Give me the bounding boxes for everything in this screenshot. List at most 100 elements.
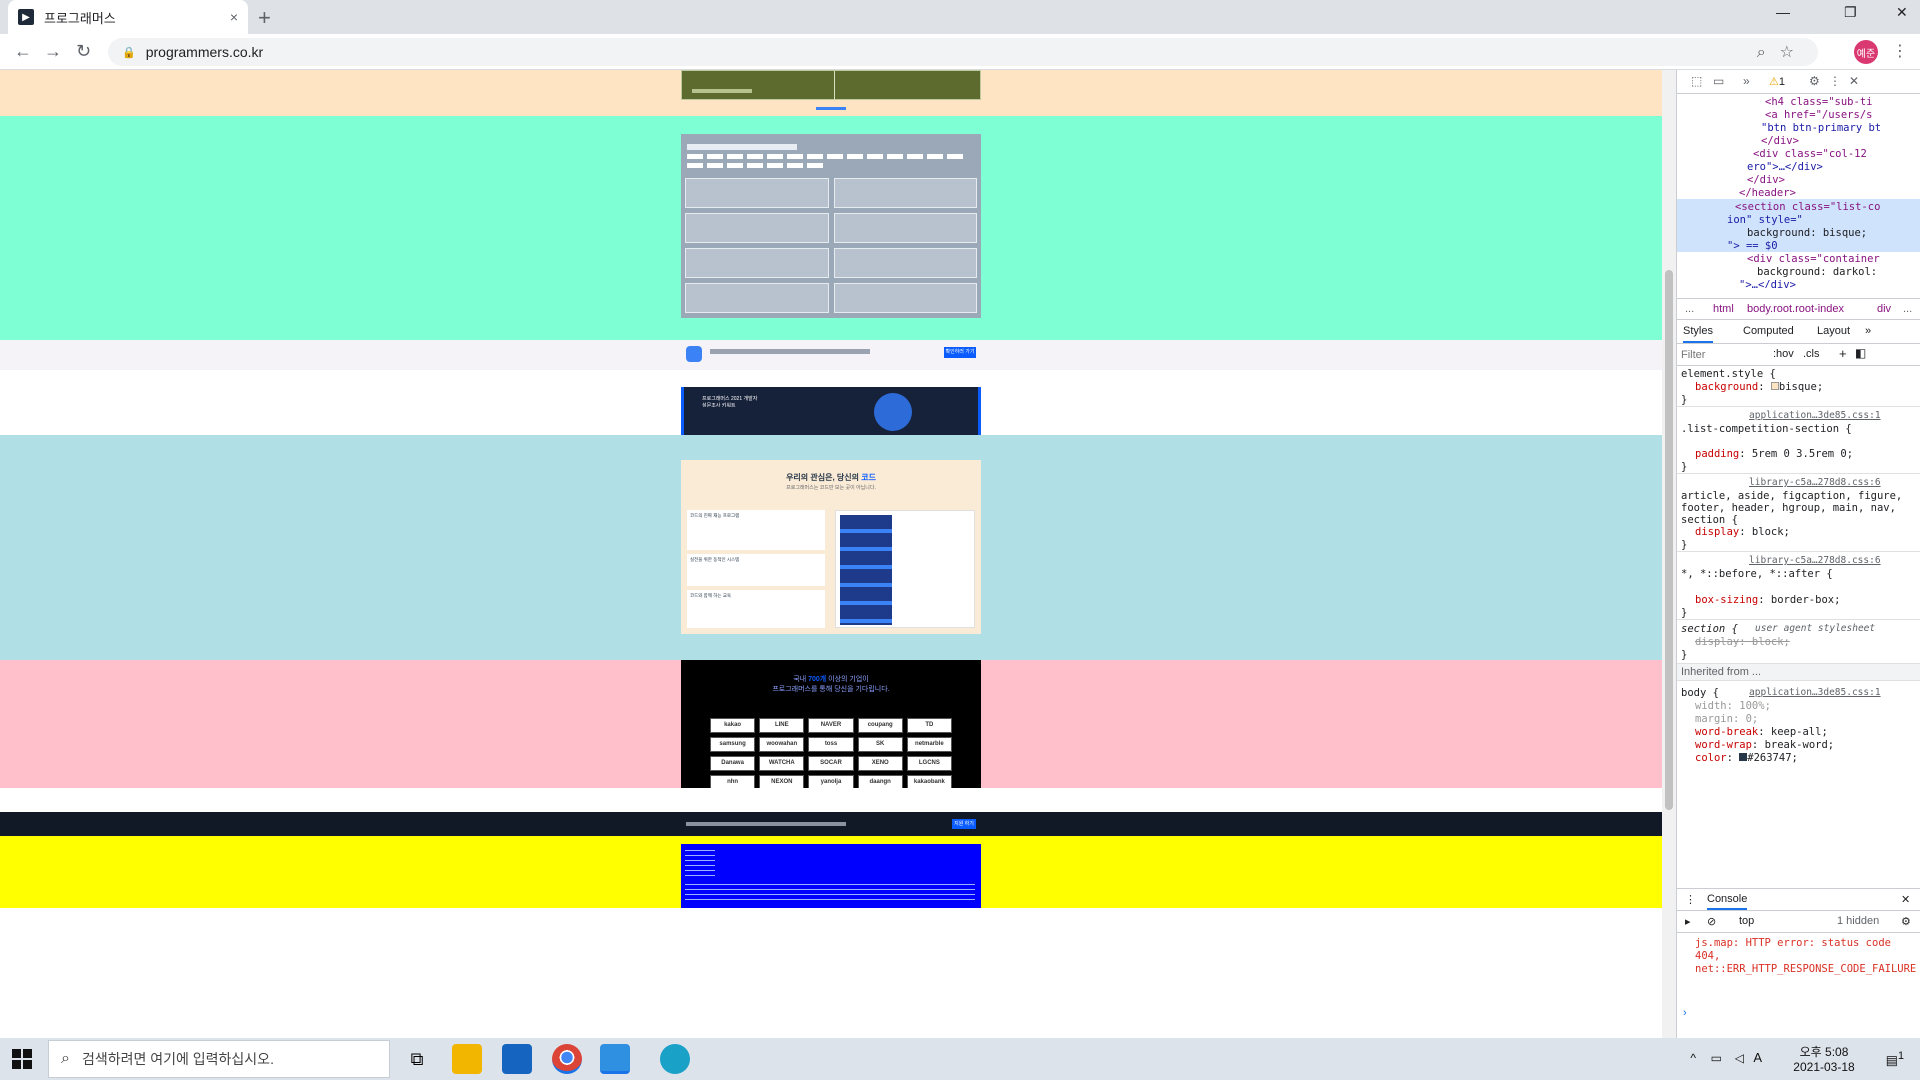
apply-button[interactable]: 지원 하기 (952, 819, 976, 829)
console-settings-gear-icon[interactable]: ⚙ (1901, 915, 1911, 928)
address-bar[interactable]: 🔒 programmers.co.kr ⌕☆ (108, 38, 1818, 66)
carousel-indicator[interactable] (816, 107, 846, 110)
inspect-element-icon[interactable]: ⬚ (1691, 74, 1702, 88)
close-window-button[interactable]: ✕ (1896, 4, 1908, 21)
dom-line[interactable]: </div> (1761, 135, 1799, 147)
file-explorer-icon[interactable] (452, 1044, 482, 1074)
breadcrumb-item[interactable]: div (1877, 303, 1891, 315)
windows-start-icon[interactable] (12, 1049, 32, 1069)
rule-source-link[interactable]: application…3de85.css:1 (1749, 687, 1881, 698)
back-arrow-icon[interactable]: ← (14, 41, 32, 62)
prop-name[interactable]: width (1695, 700, 1727, 712)
minimize-button[interactable]: — (1776, 4, 1790, 20)
new-rule-plus-icon[interactable]: + (1839, 346, 1847, 361)
dom-line[interactable]: background: darkol: (1757, 266, 1877, 278)
dom-line[interactable]: ion" style=" (1727, 214, 1803, 226)
rule-source-link[interactable]: library-c5a…278d8.css:6 (1749, 477, 1881, 488)
sidebar-toggle-icon[interactable]: ◧ (1855, 346, 1866, 360)
rule-selector[interactable]: element.style { (1681, 368, 1776, 380)
notification-icon[interactable]: ▤1 (1886, 1050, 1904, 1068)
prop-name[interactable]: margin (1695, 713, 1733, 725)
close-devtools-icon[interactable]: ✕ (1849, 74, 1859, 88)
prop-name[interactable]: word-wrap (1695, 739, 1752, 751)
console-tab[interactable]: Console (1707, 893, 1748, 910)
prop-value[interactable]: border-box (1771, 594, 1834, 606)
survey-banner[interactable]: 프로그래머스 2021 개발자 설문조사 키워트 (681, 387, 981, 435)
prop-value[interactable]: bisque (1779, 381, 1817, 393)
dom-line[interactable]: </div> (1747, 174, 1785, 186)
mail-icon[interactable] (502, 1044, 532, 1074)
rule-source-link[interactable]: library-c5a…278d8.css:6 (1749, 555, 1881, 566)
rule-selector[interactable]: section { (1681, 623, 1738, 635)
new-tab-button[interactable]: + (258, 5, 271, 31)
tray-chevron-icon[interactable]: ^ (1690, 1051, 1696, 1065)
tab-styles[interactable]: Styles (1683, 325, 1713, 343)
dom-line[interactable]: ">…</div> (1739, 279, 1796, 288)
rule-selector[interactable]: article, aside, figcaption, figure, foot… (1681, 490, 1911, 526)
close-drawer-icon[interactable]: ✕ (1901, 893, 1910, 906)
devtools-menu-icon[interactable]: ⋮ (1829, 74, 1841, 88)
rule-selector[interactable]: *, *::before, *::after { (1681, 568, 1881, 580)
page-scrollbar[interactable] (1662, 70, 1676, 1038)
dom-line[interactable]: ero">…</div> (1747, 161, 1823, 173)
more-style-tabs-icon[interactable]: » (1865, 325, 1871, 337)
prop-value[interactable]: block (1752, 526, 1784, 538)
tab-close-icon[interactable]: × (230, 9, 238, 25)
device-toolbar-icon[interactable]: ▭ (1713, 74, 1724, 88)
forward-arrow-icon[interactable]: → (44, 41, 62, 62)
dom-line[interactable]: "btn btn-primary bt (1761, 122, 1881, 134)
browser-menu-icon[interactable]: ⋮ (1892, 41, 1908, 61)
prop-value[interactable]: 5rem 0 3.5rem 0 (1752, 448, 1847, 460)
task-view-icon[interactable]: ⧉ (402, 1044, 432, 1074)
settings-gear-icon[interactable]: ⚙ (1809, 74, 1820, 88)
vscode-icon[interactable] (600, 1044, 630, 1074)
edge-icon[interactable] (660, 1044, 690, 1074)
profile-avatar[interactable]: 예준 (1854, 40, 1878, 64)
rule-selector[interactable]: body { (1681, 687, 1719, 699)
reload-icon[interactable]: ↻ (76, 41, 91, 62)
prop-value[interactable]: keep-all (1771, 726, 1822, 738)
prop-name[interactable]: box-sizing (1695, 594, 1758, 606)
console-sidebar-icon[interactable]: ▸ (1685, 915, 1691, 928)
dom-line[interactable]: <a href="/users/s (1765, 109, 1872, 121)
breadcrumb-item[interactable]: ... (1685, 303, 1694, 315)
class-toggle[interactable]: .cls (1803, 348, 1820, 360)
rule-source-link[interactable]: application…3de85.css:1 (1749, 410, 1881, 421)
chrome-icon[interactable] (552, 1044, 582, 1074)
prop-name[interactable]: word-break (1695, 726, 1758, 738)
prop-name[interactable]: display (1695, 526, 1739, 538)
dom-line[interactable]: </header> (1739, 187, 1796, 199)
dom-line[interactable]: <div class="col-12 (1753, 148, 1867, 160)
clock[interactable]: 오후 5:08 2021-03-18 (1782, 1043, 1866, 1074)
more-tabs-icon[interactable]: » (1743, 74, 1750, 88)
tab-layout[interactable]: Layout (1817, 325, 1850, 337)
prop-name[interactable]: color (1695, 752, 1727, 764)
prop-value[interactable]: 0 (1746, 713, 1752, 725)
prop-value[interactable]: block (1752, 636, 1784, 648)
tab-computed[interactable]: Computed (1743, 325, 1794, 337)
prop-value[interactable]: break-word (1765, 739, 1828, 751)
dom-line[interactable]: background: bisque; (1747, 227, 1867, 239)
prop-name[interactable]: background (1695, 381, 1758, 393)
console-context-select[interactable]: top (1739, 915, 1754, 927)
scrollbar-thumb[interactable] (1665, 270, 1673, 810)
color-swatch[interactable] (1770, 382, 1779, 390)
console-prompt[interactable]: › (1683, 1007, 1687, 1019)
banner-button[interactable]: 확인하러 가기 (944, 347, 976, 358)
volume-icon[interactable]: ◁ (1735, 1051, 1744, 1065)
prop-name[interactable]: padding (1695, 448, 1739, 460)
breadcrumb-item[interactable]: html (1713, 303, 1734, 315)
dom-line[interactable]: <section class="list-co (1735, 201, 1880, 213)
rule-selector[interactable]: .list-competition-section { (1681, 423, 1881, 435)
drawer-menu-icon[interactable]: ⋮ (1685, 893, 1696, 906)
taskbar-search-box[interactable]: ⌕ 검색하려면 여기에 입력하십시오. (48, 1040, 390, 1078)
zoom-and-bookmark-icons[interactable]: ⌕☆ (1757, 42, 1808, 62)
browser-tab[interactable]: ▶ 프로그래머스 × (8, 0, 248, 34)
prop-value[interactable]: #263747 (1747, 752, 1791, 764)
network-icon[interactable]: ▭ (1711, 1051, 1722, 1065)
hover-state-toggle[interactable]: :hov (1773, 348, 1794, 360)
styles-filter-input[interactable] (1681, 347, 1761, 363)
breadcrumb-item[interactable]: body.root.root-index (1747, 303, 1844, 315)
dom-line[interactable]: <div class="container (1747, 253, 1880, 265)
warning-badge[interactable]: ⚠1 (1769, 75, 1785, 88)
